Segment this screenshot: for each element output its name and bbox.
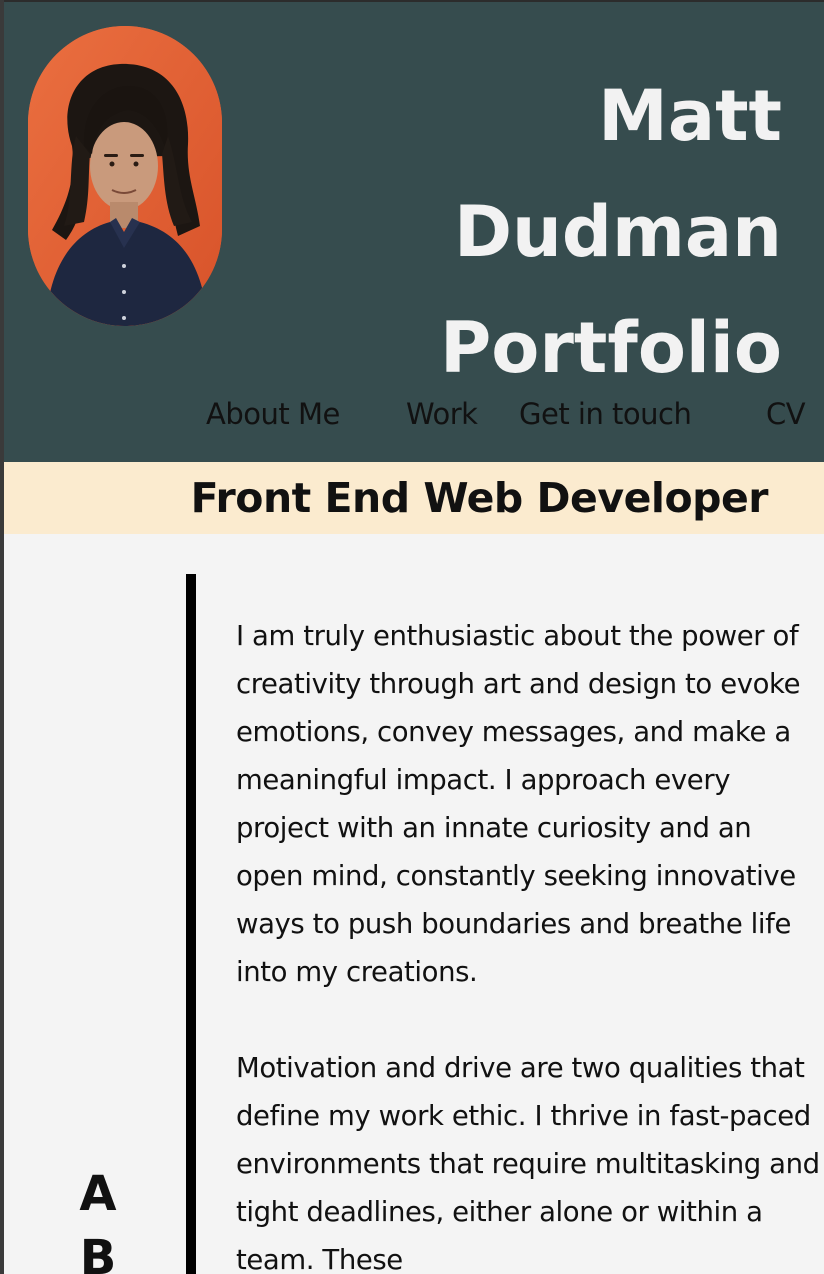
about-text: I am truly enthusiastic about the power … <box>236 612 824 1274</box>
subtitle-bar: Front End Web Developer <box>4 462 824 534</box>
nav-get-in-touch[interactable]: Get in touch <box>519 392 692 436</box>
window-left-edge <box>0 0 4 1274</box>
site-title: Matt Dudman Portfolio <box>282 58 782 406</box>
site-header: Matt Dudman Portfolio About Me Work Get … <box>4 0 824 462</box>
window-top-edge <box>0 0 824 2</box>
site-title-line-3: Portfolio <box>439 307 782 389</box>
about-paragraph-1: I am truly enthusiastic about the power … <box>236 620 801 988</box>
avatar <box>28 26 222 326</box>
side-letter-a: A <box>79 1166 117 1222</box>
about-section: A B I am truly enthusiastic about the po… <box>4 534 824 1274</box>
vertical-section-label: A B <box>68 1162 128 1274</box>
side-letter-b: B <box>79 1230 117 1274</box>
site-title-line-1: Matt <box>598 75 782 157</box>
nav-about-me[interactable]: About Me <box>206 392 340 436</box>
profile-photo <box>28 26 222 326</box>
nav-cv[interactable]: CV <box>766 392 806 436</box>
job-title: Front End Web Developer <box>190 474 769 522</box>
about-paragraph-2: Motivation and drive are two qualities t… <box>236 1052 820 1274</box>
section-divider <box>186 574 196 1274</box>
site-title-line-2: Dudman <box>453 191 782 273</box>
main-nav: About Me Work Get in touch CV <box>4 392 824 436</box>
nav-work[interactable]: Work <box>406 392 478 436</box>
